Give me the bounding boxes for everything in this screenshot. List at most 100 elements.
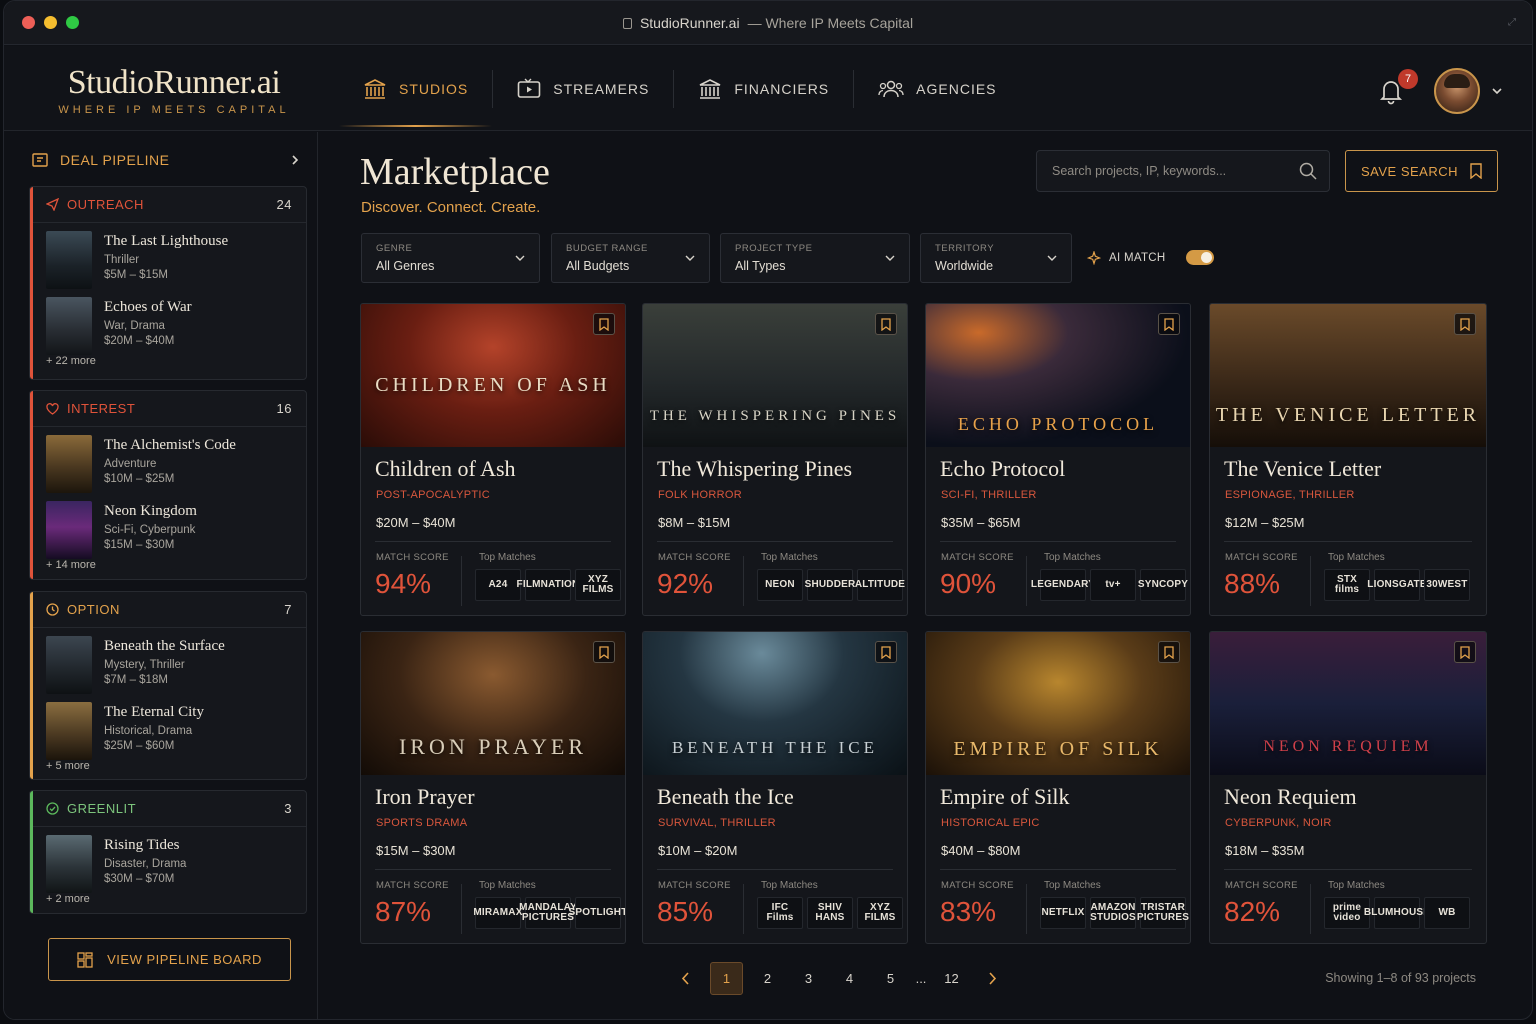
project-card[interactable]: NEON REQUIEM Neon Requiem CYBERPUNK, NOI…	[1209, 631, 1487, 944]
card-vertical-divider	[1310, 556, 1311, 606]
chevron-down-icon[interactable]	[1492, 86, 1502, 96]
brand-logo[interactable]: StudioRunner.ai WHERE IP MEETS CAPITAL	[54, 64, 294, 116]
project-thumbnail	[46, 702, 92, 760]
more-link[interactable]: + 14 more	[30, 559, 306, 579]
card-divider	[1224, 541, 1472, 542]
close-window-button[interactable]	[22, 16, 35, 29]
page-1-button[interactable]: 1	[710, 962, 743, 995]
budget-range-filter[interactable]: BUDGET RANGE All Budgets	[551, 233, 710, 283]
project-title[interactable]: Neon Requiem	[1224, 784, 1357, 810]
fullscreen-arrows-icon[interactable]: ⤢	[1508, 17, 1516, 28]
brand-tagline: WHERE IP MEETS CAPITAL	[58, 104, 290, 116]
project-poster[interactable]: THE VENICE LETTER	[1210, 304, 1486, 447]
card-divider	[375, 541, 611, 542]
match-score-value: 92%	[657, 568, 714, 599]
project-poster[interactable]: THE WHISPERING PINES	[643, 304, 907, 447]
card-vertical-divider	[1026, 556, 1027, 606]
filter-label: TERRITORY	[935, 243, 995, 254]
pipeline-item[interactable]: Echoes of War War, Drama $20M – $40M	[30, 289, 306, 355]
pipeline-item[interactable]: Beneath the Surface Mystery, Thriller $7M …	[30, 628, 306, 694]
top-matches-label: Top Matches	[479, 552, 536, 563]
bookmark-button[interactable]	[1454, 641, 1476, 663]
genre-filter[interactable]: GENRE All Genres	[361, 233, 540, 283]
project-title[interactable]: Iron Prayer	[375, 784, 475, 810]
poster-title: CHILDREN OF ASH	[375, 374, 611, 396]
project-card[interactable]: EMPIRE OF SILK Empire of Silk HISTORICAL…	[925, 631, 1191, 944]
project-poster[interactable]: EMPIRE OF SILK	[926, 632, 1190, 775]
ai-match-label: AI MATCH	[1109, 251, 1166, 264]
project-budget: $40M – $80M	[941, 843, 1021, 858]
page-12-button[interactable]: 12	[935, 962, 968, 995]
match-score-label: MATCH SCORE	[376, 880, 449, 891]
tab-streamers[interactable]: STREAMERS	[493, 46, 673, 131]
project-card[interactable]: ECHO PROTOCOL Echo Protocol SCI-FI, THRI…	[925, 303, 1191, 616]
tab-studios[interactable]: STUDIOS	[339, 46, 493, 131]
top-matches-label: Top Matches	[1044, 880, 1101, 891]
project-title[interactable]: Children of Ash	[375, 456, 516, 482]
project-poster[interactable]: CHILDREN OF ASH	[361, 304, 625, 447]
item-genre: Disaster, Drama	[104, 858, 187, 870]
search-input[interactable]	[1037, 151, 1277, 191]
bookmark-button[interactable]	[593, 313, 615, 335]
project-card[interactable]: IRON PRAYER Iron Prayer SPORTS DRAMA $15…	[360, 631, 626, 944]
project-card[interactable]: BENEATH THE ICE Beneath the Ice SURVIVAL…	[642, 631, 908, 944]
bookmark-button[interactable]	[875, 641, 897, 663]
bookmark-button[interactable]	[1454, 313, 1476, 335]
project-card[interactable]: THE WHISPERING PINES The Whispering Pine…	[642, 303, 908, 616]
pipeline-item[interactable]: The Eternal City Historical, Drama $25M – …	[30, 694, 306, 760]
deal-pipeline-header[interactable]: DEAL PIPELINE	[32, 152, 300, 168]
stage-name: INTEREST	[67, 401, 136, 416]
tab-agencies[interactable]: AGENCIES	[854, 46, 1020, 131]
stage-header[interactable]: OPTION 7	[30, 592, 306, 628]
item-title: Beneath the Surface	[104, 638, 225, 654]
filter-label: GENRE	[376, 243, 413, 254]
bookmark-button[interactable]	[875, 313, 897, 335]
bookmark-button[interactable]	[1158, 313, 1180, 335]
match-score-label: MATCH SCORE	[941, 552, 1014, 563]
project-poster[interactable]: IRON PRAYER	[361, 632, 625, 775]
user-avatar[interactable]	[1434, 68, 1480, 114]
territory-filter[interactable]: TERRITORY Worldwide	[920, 233, 1072, 283]
project-poster[interactable]: BENEATH THE ICE	[643, 632, 907, 775]
pipeline-item[interactable]: Neon Kingdom Sci-Fi, Cyberpunk $15M – $30M	[30, 493, 306, 559]
pipeline-item[interactable]: Rising Tides Disaster, Drama $30M – $70M	[30, 827, 306, 893]
project-card[interactable]: CHILDREN OF ASH Children of Ash POST-APO…	[360, 303, 626, 616]
more-link[interactable]: + 2 more	[30, 893, 306, 913]
project-card[interactable]: THE VENICE LETTER The Venice Letter ESPI…	[1209, 303, 1487, 616]
stage-header[interactable]: OUTREACH 24	[30, 187, 306, 223]
view-pipeline-board-button[interactable]: VIEW PIPELINE BOARD	[48, 938, 291, 981]
prev-page-chevron-icon[interactable]	[669, 962, 702, 995]
item-budget: $5M – $15M	[104, 269, 168, 281]
more-link[interactable]: + 22 more	[30, 355, 306, 375]
page-3-button[interactable]: 3	[792, 962, 825, 995]
more-link[interactable]: + 5 more	[30, 760, 306, 779]
project-title[interactable]: Beneath the Ice	[657, 784, 794, 810]
bookmark-button[interactable]	[593, 641, 615, 663]
project-type-filter[interactable]: PROJECT TYPE All Types	[720, 233, 910, 283]
match-score-value: 85%	[657, 896, 714, 927]
ai-match-toggle[interactable]	[1185, 250, 1214, 265]
minimize-window-button[interactable]	[44, 16, 57, 29]
page-2-button[interactable]: 2	[751, 962, 784, 995]
project-title[interactable]: Echo Protocol	[940, 456, 1065, 482]
project-poster[interactable]: ECHO PROTOCOL	[926, 304, 1190, 447]
save-search-button[interactable]: SAVE SEARCH	[1345, 150, 1498, 192]
bookmark-button[interactable]	[1158, 641, 1180, 663]
page-5-button[interactable]: 5	[874, 962, 907, 995]
pipeline-item[interactable]: The Alchemist's Code Adventure $10M – $25M	[30, 427, 306, 493]
pipeline-item[interactable]: The Last Lighthouse Thriller $5M – $15M	[30, 223, 306, 289]
project-poster[interactable]: NEON REQUIEM	[1210, 632, 1486, 775]
top-matches-logos: NETFLIX AMAZON STUDIOS TRISTAR PICTURES	[1040, 897, 1189, 929]
next-page-chevron-icon[interactable]	[976, 962, 1009, 995]
tab-financiers[interactable]: FINANCIERS	[674, 46, 853, 131]
page-4-button[interactable]: 4	[833, 962, 866, 995]
project-title[interactable]: The Whispering Pines	[657, 456, 852, 482]
stage-header[interactable]: INTEREST 16	[30, 391, 306, 427]
stage-header[interactable]: GREENLIT 3	[30, 791, 306, 827]
project-title[interactable]: Empire of Silk	[940, 784, 1070, 810]
chevron-right-icon[interactable]	[290, 154, 300, 166]
project-budget: $12M – $25M	[1225, 515, 1305, 530]
maximize-window-button[interactable]	[66, 16, 79, 29]
project-title[interactable]: The Venice Letter	[1224, 456, 1381, 482]
search-icon[interactable]	[1299, 162, 1317, 180]
